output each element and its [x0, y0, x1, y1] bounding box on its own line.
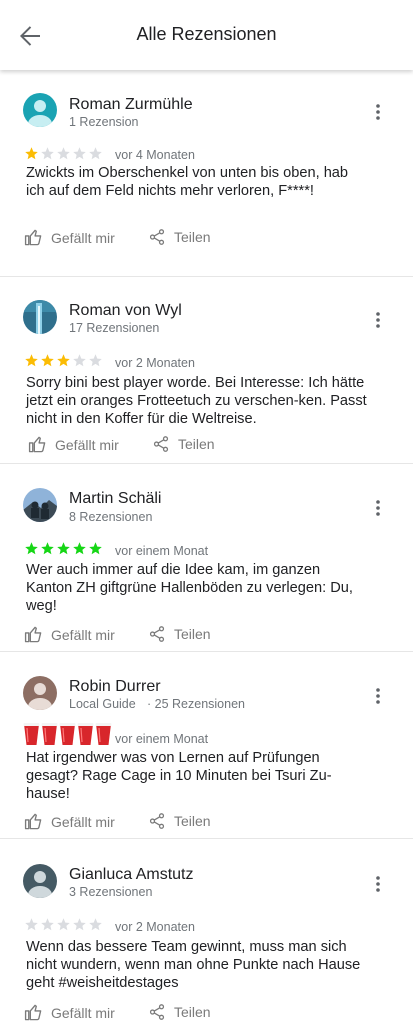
- like-label: Gefällt mir: [51, 1004, 115, 1021]
- review-count: 3 Rezensionen: [69, 885, 153, 899]
- app-header: Alle Rezensionen: [0, 0, 413, 70]
- more-options-icon[interactable]: [370, 874, 386, 894]
- star-icon: [89, 918, 102, 931]
- like-button[interactable]: Gefällt mir: [24, 1003, 115, 1022]
- rating-stars: [24, 917, 103, 933]
- review-date: vor 2 Monaten: [115, 920, 195, 934]
- review-author[interactable]: Gianluca Amstutz: [69, 866, 194, 884]
- review-card: Gianluca Amstutz 3 Rezensionen vor 2 Mon…: [0, 0, 413, 1024]
- share-button[interactable]: Teilen: [148, 1003, 211, 1021]
- page-title: Alle Rezensionen: [136, 24, 277, 44]
- star-icon: [25, 918, 38, 931]
- star-icon: [41, 918, 54, 931]
- thumb-up-icon: [24, 1004, 42, 1021]
- share-label: Teilen: [174, 1004, 211, 1020]
- share-icon: [149, 1004, 165, 1020]
- default-avatar-icon[interactable]: [23, 864, 57, 898]
- star-icon: [57, 918, 70, 931]
- star-icon: [73, 918, 86, 931]
- review-text: Wenn das bessere Team gewinnt, muss man …: [26, 939, 361, 991]
